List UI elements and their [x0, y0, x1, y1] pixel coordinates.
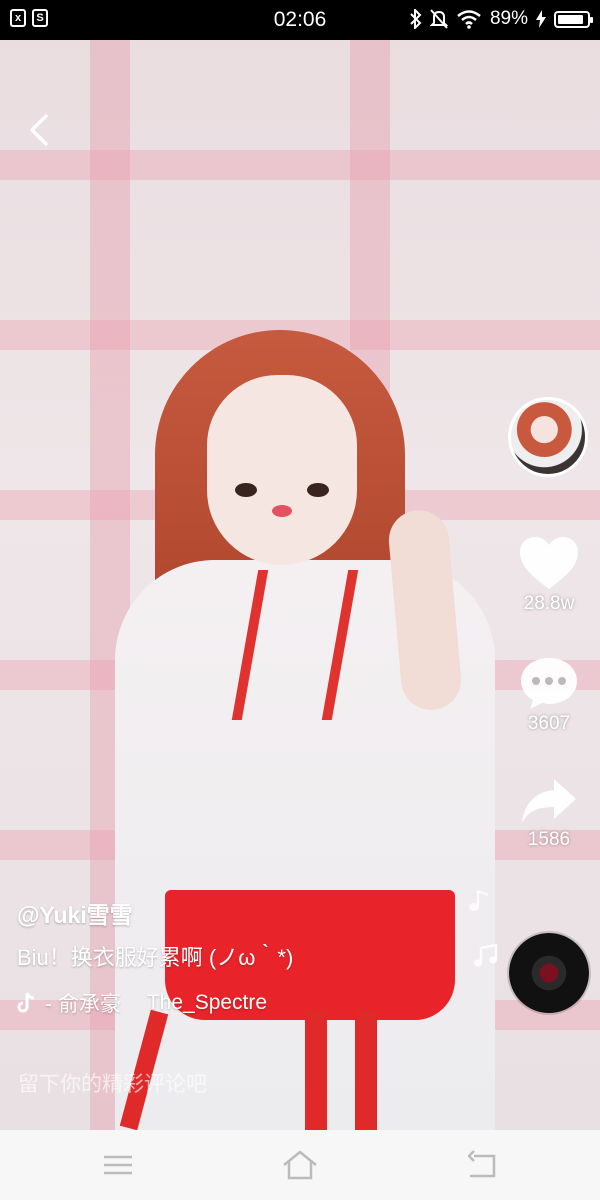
system-navbar — [0, 1130, 600, 1200]
share-count: 1586 — [527, 829, 571, 850]
battery-percent: 89% — [489, 8, 528, 29]
charging-icon — [536, 10, 546, 28]
back-icon[interactable] — [462, 1148, 502, 1182]
video-description: Biu！换衣服好累啊 (ノω｀*) — [17, 945, 294, 970]
comment-button[interactable]: 3607 — [512, 655, 586, 735]
like-count: 28.8w — [523, 593, 575, 614]
share-arrow-icon — [522, 779, 576, 823]
comment-count: 3607 — [527, 713, 571, 734]
share-button[interactable]: 1586 — [512, 775, 586, 851]
menu-icon[interactable] — [98, 1148, 138, 1182]
music-title: The_Spectre — [146, 991, 268, 1014]
comment-bubble-icon — [521, 658, 577, 709]
like-button[interactable]: 28.8w — [512, 535, 586, 615]
heart-icon — [520, 537, 578, 589]
mute-bell-icon — [429, 9, 448, 29]
battery-icon — [554, 10, 593, 28]
home-icon[interactable] — [280, 1148, 320, 1182]
comment-input[interactable]: 留下你的精彩评论吧 — [18, 1068, 207, 1098]
status-bar: x S 02:06 89% — [0, 0, 600, 40]
author-username[interactable]: @Yuki雪雪 — [17, 896, 133, 930]
music-notes-icon — [474, 944, 498, 967]
music-artist: - 俞承豪 — [45, 993, 121, 1016]
bluetooth-icon — [410, 9, 422, 29]
system-icons: 89% — [410, 8, 593, 30]
music-note-icon — [469, 889, 489, 911]
chevron-left-icon[interactable] — [22, 112, 58, 148]
author-avatar[interactable] — [508, 397, 588, 477]
tiktok-note-icon — [17, 992, 35, 1013]
music-disc[interactable] — [509, 933, 589, 1013]
music-info[interactable]: - 俞承豪 The_Spectre — [17, 988, 267, 1018]
wifi-icon — [457, 10, 481, 29]
